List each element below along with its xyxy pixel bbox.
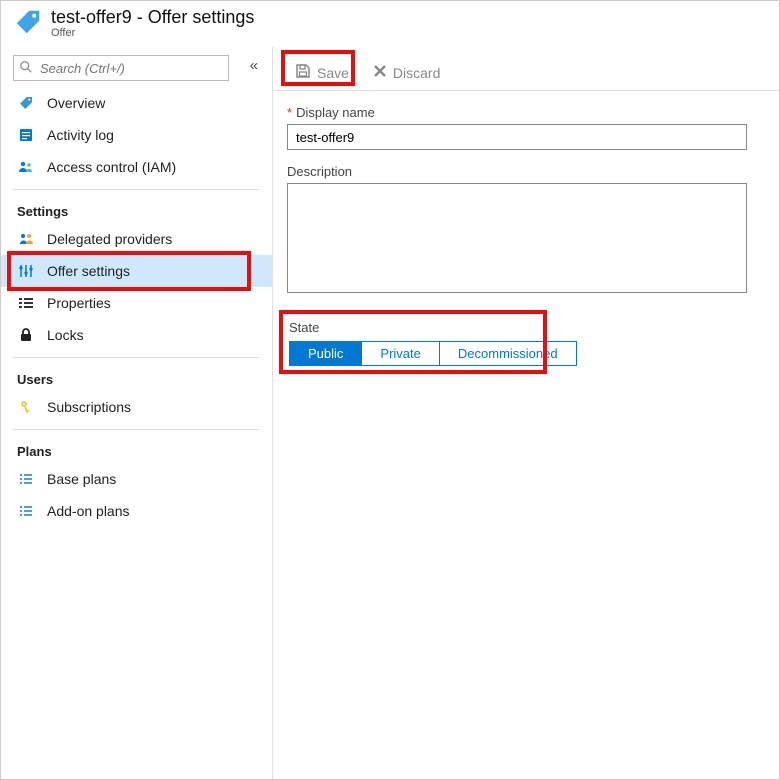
description-textarea[interactable] [287, 183, 747, 293]
sidebar-item-label: Properties [47, 295, 111, 311]
page-subtitle: Offer [51, 27, 254, 39]
description-label: Description [287, 164, 779, 179]
lock-icon [17, 326, 35, 344]
nav-separator [13, 429, 260, 430]
sidebar-item-locks[interactable]: Locks [1, 319, 272, 351]
discard-button[interactable]: Discard [365, 60, 448, 85]
sidebar-item-offer-settings[interactable]: Offer settings [1, 255, 272, 287]
discard-button-label: Discard [393, 65, 440, 81]
sidebar: « Overview Activity log Access control (… [1, 47, 273, 779]
sidebar-item-label: Overview [47, 95, 105, 111]
nav-separator [13, 357, 260, 358]
providers-icon [17, 230, 35, 248]
save-button[interactable]: Save [287, 59, 357, 86]
search-icon [19, 60, 33, 79]
sidebar-item-label: Offer settings [47, 263, 130, 279]
sidebar-item-label: Access control (IAM) [47, 159, 176, 175]
sliders-icon [17, 262, 35, 280]
sidebar-item-delegated-providers[interactable]: Delegated providers [1, 223, 272, 255]
state-label: State [289, 320, 541, 335]
close-icon [373, 64, 387, 81]
log-icon [17, 126, 35, 144]
sidebar-item-overview[interactable]: Overview [1, 87, 272, 119]
display-name-input[interactable] [287, 124, 747, 150]
state-option-decommissioned[interactable]: Decommissioned [440, 342, 576, 365]
sidebar-item-label: Delegated providers [47, 231, 172, 247]
sidebar-item-label: Base plans [47, 471, 116, 487]
list-icon [17, 502, 35, 520]
sidebar-item-label: Locks [47, 327, 84, 343]
sidebar-item-base-plans[interactable]: Base plans [1, 463, 272, 495]
nav-group-label-plans: Plans [1, 436, 272, 463]
sidebar-item-properties[interactable]: Properties [1, 287, 272, 319]
main-panel: Save Discard *Display name Description [273, 47, 779, 779]
sidebar-item-addon-plans[interactable]: Add-on plans [1, 495, 272, 527]
sidebar-item-label: Activity log [47, 127, 114, 143]
nav-group-label-settings: Settings [1, 196, 272, 223]
sidebar-item-label: Add-on plans [47, 503, 130, 519]
save-button-label: Save [317, 65, 349, 81]
state-option-private[interactable]: Private [362, 342, 439, 365]
search-input[interactable] [13, 55, 229, 81]
properties-icon [17, 294, 35, 312]
collapse-chevron-icon[interactable]: « [250, 57, 258, 74]
display-name-label: *Display name [287, 105, 779, 120]
nav-separator [13, 189, 260, 190]
nav-group-label-users: Users [1, 364, 272, 391]
list-icon [17, 470, 35, 488]
sidebar-item-access-control[interactable]: Access control (IAM) [1, 151, 272, 183]
iam-icon [17, 158, 35, 176]
sidebar-item-subscriptions[interactable]: Subscriptions [1, 391, 272, 423]
save-icon [295, 63, 311, 82]
sidebar-item-activity-log[interactable]: Activity log [1, 119, 272, 151]
key-icon [17, 398, 35, 416]
toolbar: Save Discard [273, 55, 779, 91]
page-header: test-offer9 - Offer settings Offer [1, 1, 779, 47]
state-option-public[interactable]: Public [290, 342, 362, 365]
tag-icon [13, 7, 43, 37]
sidebar-item-label: Subscriptions [47, 399, 131, 415]
tag-icon [17, 94, 35, 112]
state-segmented-control: Public Private Decommissioned [289, 341, 577, 366]
page-title: test-offer9 - Offer settings [51, 7, 254, 28]
